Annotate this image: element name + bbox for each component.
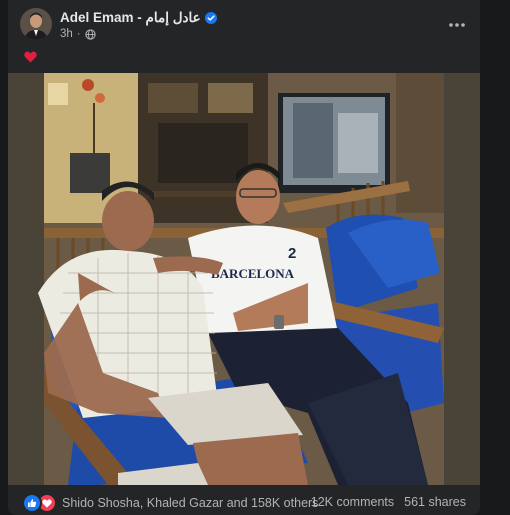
post-stats: 12K comments 561 shares bbox=[311, 495, 466, 509]
author-avatar[interactable] bbox=[20, 8, 52, 40]
post-meta: 3h · bbox=[60, 28, 96, 40]
meta-separator: · bbox=[76, 28, 81, 40]
post-text bbox=[24, 50, 37, 66]
shares-count[interactable]: 561 shares bbox=[404, 495, 466, 509]
more-options-icon bbox=[449, 23, 465, 27]
post-timestamp[interactable]: 3h bbox=[60, 28, 73, 40]
post-footer: Shido Shosha, Khaled Gazar and 158K othe… bbox=[8, 487, 480, 515]
post-header: Adel Emam - عادل إمام 3h · bbox=[20, 8, 470, 42]
like-icon bbox=[22, 493, 42, 513]
shirt-text: BARCELONA bbox=[211, 266, 295, 281]
avatar-image bbox=[20, 8, 52, 40]
globe-icon[interactable] bbox=[85, 28, 96, 40]
reactions-summary[interactable]: Shido Shosha, Khaled Gazar and 158K othe… bbox=[22, 493, 318, 513]
author-name-row: Adel Emam - عادل إمام bbox=[60, 10, 217, 26]
reactions-text: Shido Shosha, Khaled Gazar and 158K othe… bbox=[62, 496, 319, 510]
red-heart-icon bbox=[24, 51, 37, 63]
post-photo[interactable]: BARCELONA 2 bbox=[8, 73, 480, 485]
comments-count[interactable]: 12K comments bbox=[311, 495, 394, 509]
post-card: Adel Emam - عادل إمام 3h · BARCELONA 2 S… bbox=[8, 0, 480, 515]
verified-badge-icon bbox=[204, 12, 217, 24]
page-scrollbar[interactable] bbox=[500, 0, 504, 515]
more-options-button[interactable] bbox=[444, 12, 470, 38]
author-name[interactable]: Adel Emam - عادل إمام bbox=[60, 10, 201, 26]
reaction-icons bbox=[22, 493, 57, 513]
shirt-number: 2 bbox=[288, 245, 296, 262]
photo-illustration: BARCELONA 2 bbox=[8, 73, 480, 485]
